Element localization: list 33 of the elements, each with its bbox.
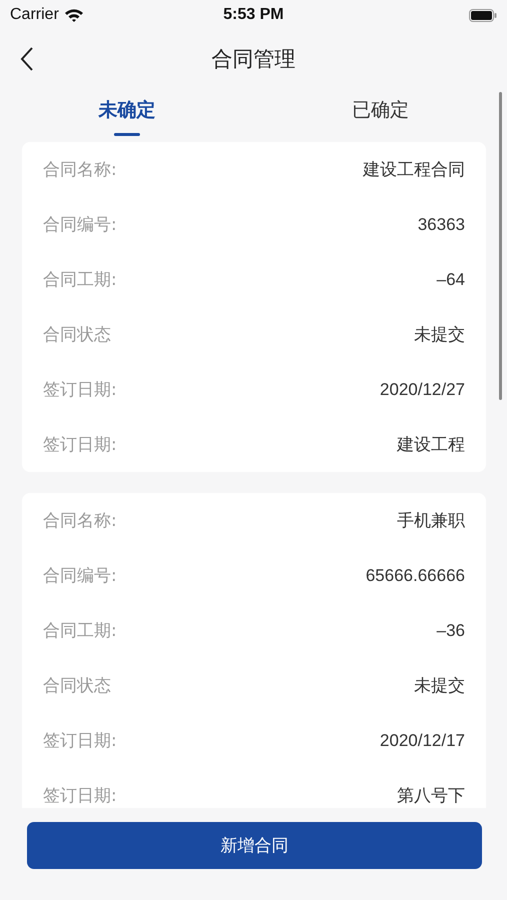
back-button[interactable]: [20, 47, 34, 71]
field-label: 合同名称:: [43, 159, 117, 181]
field-label: 合同编号:: [43, 565, 117, 587]
field-value: 未提交: [414, 324, 465, 346]
field-label: 合同工期:: [43, 620, 117, 642]
field-value: 36363: [418, 214, 465, 234]
field-label: 合同状态: [43, 324, 111, 346]
wifi-icon: [64, 8, 84, 22]
tab[interactable]: 已确定: [254, 88, 507, 140]
field-value: 2020/12/17: [380, 730, 465, 750]
field-label: 合同状态: [43, 675, 111, 697]
field-value: 建设工程: [397, 434, 465, 456]
field-value: 65666.66666: [366, 566, 465, 586]
field-label: 合同名称:: [43, 510, 117, 532]
status-time: 5:53 PM: [222, 6, 285, 24]
carrier-label: Carrier: [10, 6, 59, 24]
field-value: 手机兼职: [397, 510, 465, 532]
field-value: 2020/12/27: [380, 380, 465, 400]
field-value: –64: [436, 270, 465, 290]
field-value: 第八号下: [397, 785, 465, 807]
battery-icon: [469, 8, 497, 22]
field-label: 签订日期:: [43, 730, 117, 752]
field-label: 签订日期:: [43, 785, 117, 807]
page-title: 合同管理: [212, 46, 296, 73]
field-label: 签订日期:: [43, 379, 117, 401]
add-contract-button[interactable]: 新增合同: [27, 822, 482, 869]
field-value: 建设工程合同: [363, 159, 465, 181]
field-label: 签订日期:: [43, 434, 117, 456]
tab[interactable]: 未确定: [0, 88, 254, 140]
field-value: –36: [436, 620, 465, 640]
field-value: 未提交: [414, 675, 465, 697]
field-label: 合同编号:: [43, 214, 117, 236]
field-label: 合同工期:: [43, 269, 117, 291]
